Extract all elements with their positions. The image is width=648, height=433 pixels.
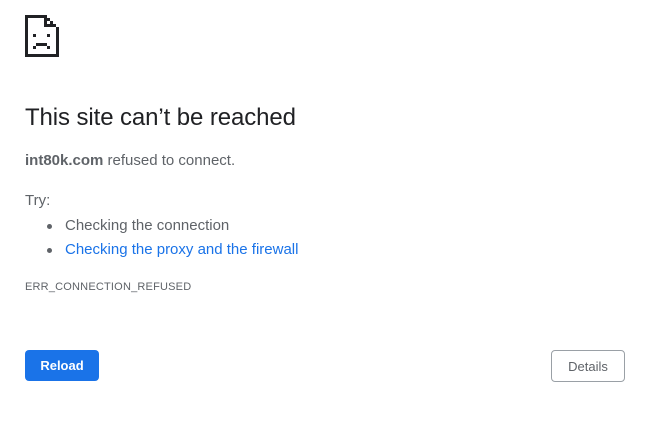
sad-page-icon [25,15,59,57]
try-label: Try: [25,192,51,209]
suggestion-check-proxy-firewall: Checking the proxy and the firewall [46,238,298,262]
error-page: This site can’t be reached int80k.com re… [0,0,648,433]
details-button[interactable]: Details [551,350,625,382]
host-name: int80k.com [25,152,104,169]
suggestions-list: Checking the connection Checking the pro… [25,214,298,262]
error-summary: int80k.com refused to connect. [25,152,235,169]
suggestion-text: Checking the connection [65,217,230,234]
error-code: ERR_CONNECTION_REFUSED [25,281,192,293]
proxy-firewall-link[interactable]: Checking the proxy and the firewall [65,241,298,258]
page-title: This site can’t be reached [25,104,296,131]
reload-button[interactable]: Reload [25,350,99,381]
suggestion-check-connection: Checking the connection [46,214,298,238]
summary-text: refused to connect. [103,152,236,169]
